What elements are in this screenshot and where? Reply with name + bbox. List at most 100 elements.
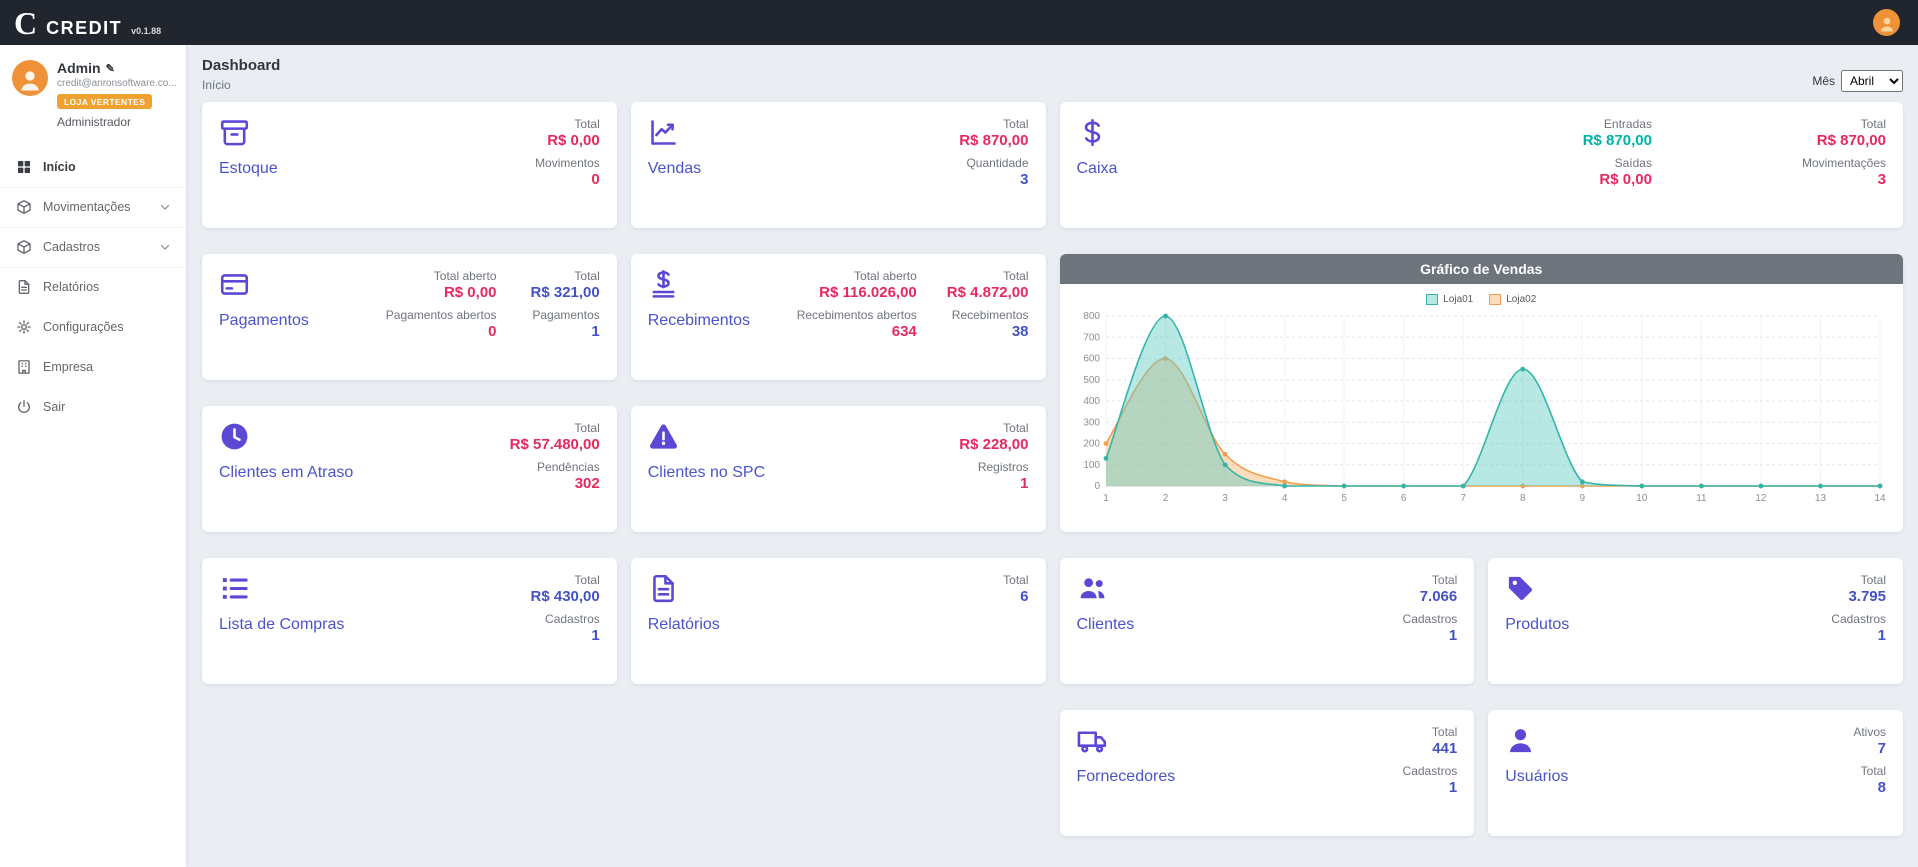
truck-icon bbox=[1077, 725, 1108, 756]
sales-chart: 0100200300400500600700800123456789101112… bbox=[1072, 308, 1892, 508]
sidebar-item-label: Empresa bbox=[43, 360, 172, 374]
card-estoque: Estoque Total R$ 0,00 Movimentos 0 bbox=[202, 102, 617, 228]
sidebar-item-sair[interactable]: Sair bbox=[0, 387, 186, 427]
building-icon bbox=[16, 359, 32, 375]
legend-label: Loja01 bbox=[1443, 294, 1473, 305]
stat: Total R$ 321,00 bbox=[531, 269, 600, 301]
stat: Pagamentos 1 bbox=[531, 308, 600, 340]
card-title[interactable]: Clientes no SPC bbox=[648, 464, 765, 482]
card-title[interactable]: Pagamentos bbox=[219, 312, 309, 330]
card-produtos: Produtos Total 3.795 Cadastros 1 bbox=[1488, 558, 1903, 684]
svg-text:600: 600 bbox=[1083, 354, 1100, 365]
svg-text:13: 13 bbox=[1814, 493, 1826, 504]
box-icon bbox=[16, 199, 32, 215]
gear-icon bbox=[16, 319, 32, 335]
card-title[interactable]: Usuários bbox=[1505, 768, 1568, 786]
chart-legend: Loja01 Loja02 bbox=[1072, 290, 1892, 308]
card-title[interactable]: Clientes em Atraso bbox=[219, 464, 353, 482]
store-badge: LOJA VERTENTES bbox=[57, 94, 152, 109]
card-title[interactable]: Caixa bbox=[1077, 160, 1118, 178]
page-title: Dashboard bbox=[202, 57, 280, 74]
month-label: Mês bbox=[1812, 74, 1835, 88]
stat: Cadastros 1 bbox=[1831, 612, 1886, 644]
sidebar-item-inicio[interactable]: Início bbox=[0, 147, 186, 187]
stat: Total 3.795 bbox=[1831, 573, 1886, 605]
stat: Pagamentos abertos 0 bbox=[386, 308, 497, 340]
card-title[interactable]: Recebimentos bbox=[648, 312, 750, 330]
stat: Registros 1 bbox=[959, 460, 1028, 492]
stat: Cadastros 1 bbox=[531, 612, 600, 644]
person-icon bbox=[1877, 14, 1897, 34]
stat: Movimentos 0 bbox=[535, 156, 600, 188]
legend-swatch bbox=[1426, 294, 1438, 305]
receipt-dollar-icon bbox=[648, 269, 679, 300]
sidebar-item-label: Sair bbox=[43, 400, 172, 414]
card-title[interactable]: Vendas bbox=[648, 160, 701, 178]
svg-text:2: 2 bbox=[1162, 493, 1168, 504]
breadcrumb[interactable]: Início bbox=[202, 78, 280, 92]
user-role: Administrador bbox=[57, 115, 176, 129]
card-title[interactable]: Lista de Compras bbox=[219, 616, 344, 634]
stat: Total R$ 0,00 bbox=[535, 117, 600, 149]
svg-text:100: 100 bbox=[1083, 460, 1100, 471]
app-version: v0.1.88 bbox=[131, 26, 161, 36]
sidebar-item-empresa[interactable]: Empresa bbox=[0, 347, 186, 387]
svg-text:800: 800 bbox=[1083, 311, 1100, 322]
card-title[interactable]: Produtos bbox=[1505, 616, 1569, 634]
stat: Entradas R$ 870,00 bbox=[1583, 117, 1652, 149]
power-icon bbox=[16, 399, 32, 415]
sidebar-item-label: Cadastros bbox=[43, 240, 147, 254]
card-title[interactable]: Relatórios bbox=[648, 616, 720, 634]
card-title[interactable]: Estoque bbox=[219, 160, 278, 178]
sidebar-item-movimentacoes[interactable]: Movimentações bbox=[0, 187, 186, 227]
sidebar-item-cadastros[interactable]: Cadastros bbox=[0, 227, 186, 267]
stat: Total aberto R$ 116.026,00 bbox=[797, 269, 917, 301]
svg-text:11: 11 bbox=[1696, 493, 1707, 504]
stat: Total R$ 870,00 bbox=[1802, 117, 1886, 149]
list-icon bbox=[219, 573, 250, 604]
svg-text:0: 0 bbox=[1094, 481, 1100, 492]
svg-text:10: 10 bbox=[1636, 493, 1648, 504]
svg-text:300: 300 bbox=[1083, 417, 1100, 428]
svg-text:5: 5 bbox=[1341, 493, 1347, 504]
user-icon bbox=[1505, 725, 1536, 756]
card-clientes-no-spc: Clientes no SPC Total R$ 228,00 Registro… bbox=[631, 406, 1046, 532]
sales-chart-plot: 0100200300400500600700800123456789101112… bbox=[1072, 308, 1892, 508]
avatar[interactable] bbox=[12, 60, 48, 96]
edit-icon[interactable]: ✎ bbox=[106, 62, 115, 75]
chevron-down-icon bbox=[158, 240, 172, 254]
chart-line-icon bbox=[648, 117, 679, 148]
svg-text:200: 200 bbox=[1083, 439, 1100, 450]
card-vendas: Vendas Total R$ 870,00 Quantidade 3 bbox=[631, 102, 1046, 228]
svg-text:4: 4 bbox=[1281, 493, 1287, 504]
stat: Cadastros 1 bbox=[1403, 612, 1458, 644]
stat: Total R$ 228,00 bbox=[959, 421, 1028, 453]
card-pagamentos: Pagamentos Total aberto R$ 0,00 Pagament… bbox=[202, 254, 617, 380]
main-content: Dashboard Início Mês Abril Estoque Total bbox=[186, 45, 1918, 867]
svg-text:1: 1 bbox=[1103, 493, 1109, 504]
stat: Total R$ 430,00 bbox=[531, 573, 600, 605]
stat: Pendências 302 bbox=[510, 460, 600, 492]
svg-text:500: 500 bbox=[1083, 375, 1100, 386]
stat: Total 6 bbox=[1003, 573, 1028, 605]
stat: Total R$ 4.872,00 bbox=[947, 269, 1029, 301]
card-title[interactable]: Fornecedores bbox=[1077, 768, 1176, 786]
file-icon bbox=[648, 573, 679, 604]
card-clientes: Clientes Total 7.066 Cadastros 1 bbox=[1060, 558, 1475, 684]
user-menu-avatar[interactable] bbox=[1873, 9, 1900, 36]
sidebar-item-configuracoes[interactable]: Configurações bbox=[0, 307, 186, 347]
sidebar-item-relatorios[interactable]: Relatórios bbox=[0, 267, 186, 307]
stat: Recebimentos abertos 634 bbox=[797, 308, 917, 340]
svg-text:7: 7 bbox=[1460, 493, 1466, 504]
user-name: Admin bbox=[57, 60, 101, 76]
card-usuarios: Usuários Ativos 7 Total 8 bbox=[1488, 710, 1903, 836]
stat: Total 441 bbox=[1403, 725, 1458, 757]
clock-icon bbox=[219, 421, 250, 452]
month-select[interactable]: Abril bbox=[1841, 70, 1903, 92]
card-title[interactable]: Clientes bbox=[1077, 616, 1135, 634]
svg-text:14: 14 bbox=[1874, 493, 1886, 504]
user-email: credit@anronsoftware.co... bbox=[57, 78, 176, 89]
dashboard-grid: Estoque Total R$ 0,00 Movimentos 0 bbox=[202, 102, 1903, 836]
legend-item-loja01[interactable]: Loja01 bbox=[1426, 294, 1473, 305]
legend-item-loja02[interactable]: Loja02 bbox=[1489, 294, 1536, 305]
